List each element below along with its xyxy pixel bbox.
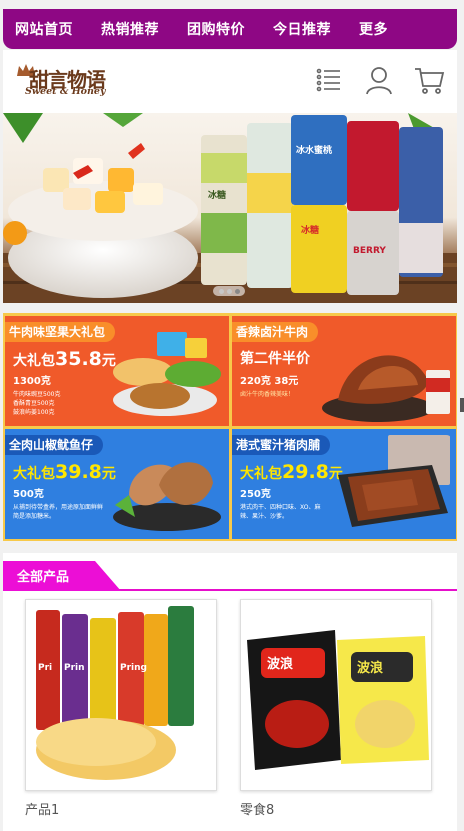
promo-tile[interactable]: 牛肉味坚果大礼包 大礼包35.8元 1300克 牛肉味豌豆500克 香酥青豆50… [5,316,229,426]
promo-price-prefix: 大礼包 [13,353,55,369]
promo-price: 大礼包39.8元 [13,461,116,483]
promo-tile[interactable]: 香辣卤汁牛肉 第二件半价 220克 38元 卤汁牛肉香辣美味！ [232,316,456,426]
promo-tag: 牛肉味坚果大礼包 [5,322,116,342]
svg-text:波浪: 波浪 [267,656,293,672]
carousel-dot[interactable] [227,289,232,294]
svg-text:波浪: 波浪 [357,660,383,676]
product-list: Pri Prin Pring 产品1 波浪 波浪 零食8 [3,591,457,831]
promo-tag: 全肉山椒鱿鱼仔 [5,435,104,455]
user-icon[interactable] [363,64,395,96]
promo-weight: 1300克 [13,376,51,387]
promo-detail-line: 鼓浪屿姜100克 [13,409,55,416]
nuts-image [113,332,221,416]
promo-price-prefix: 大礼包 [13,466,55,482]
cart-icon[interactable] [413,64,445,96]
promo-tag: 港式蜜汁猪肉脯 [232,435,331,455]
svg-text:冰糖: 冰糖 [208,189,226,201]
product-image: 波浪 波浪 [241,600,431,790]
promo-details: 从捕到待带盒养，用途原加面鲜鲜 简是添加糖米。 [13,503,103,521]
product-name[interactable]: 零食8 [240,799,274,818]
scrollbar[interactable] [458,0,464,831]
promo-price: 大礼包29.8元 [240,461,343,483]
nav-home[interactable]: 网站首页 [15,19,73,39]
nav-hot[interactable]: 热销推荐 [101,19,159,39]
promo-details: 卤汁牛肉香辣美味！ [240,390,330,399]
promo-details: 港式肉干、四种口味、XO、麻辣、果汁、沙爹。 [240,503,330,521]
svg-text:Pring: Pring [120,663,147,673]
nav-more[interactable]: 更多 [359,19,388,39]
nav-group-deals[interactable]: 团购特价 [187,19,245,39]
promo-weight: 220克 38元 [240,376,299,387]
carousel-dot[interactable] [219,289,224,294]
promo-price: 大礼包35.8元 [13,348,116,370]
top-navigation: 网站首页 热销推荐 团购特价 今日推荐 更多 [3,9,457,49]
banner-image: 冰糖 冰水蜜桃 BERRY 冰糖 [3,113,457,303]
nav-today[interactable]: 今日推荐 [273,19,331,39]
section-title: 全部产品 [17,570,70,585]
promo-detail-line: 简是添加糖米。 [13,513,56,520]
promo-grid: 牛肉味坚果大礼包 大礼包35.8元 1300克 牛肉味豌豆500克 香酥青豆50… [3,313,457,541]
promo-price-value: 29.8 [282,461,329,483]
promo-price: 第二件半价 [240,351,310,367]
promo-tile[interactable]: 港式蜜汁猪肉脯 大礼包29.8元 250克 港式肉干、四种口味、XO、麻辣、果汁… [232,429,456,539]
svg-text:冰糖: 冰糖 [301,224,319,236]
product-card[interactable]: Pri Prin Pring [25,599,217,791]
promo-details: 牛肉味豌豆500克 香酥青豆500克 鼓浪屿姜100克 [13,390,103,417]
carousel-dot[interactable] [235,289,240,294]
promo-detail-line: 香酥青豆500克 [13,400,55,407]
promo-price-value: 35.8 [55,348,102,370]
scrollbar-thumb[interactable] [460,398,464,412]
promo-price-value: 39.8 [55,461,102,483]
promo-detail-line: 港式肉干、四种口味、XO、麻辣、果汁、沙爹。 [240,504,321,520]
promo-tile[interactable]: 全肉山椒鱿鱼仔 大礼包39.8元 500克 从捕到待带盒养，用途原加面鲜鲜 简是… [5,429,229,539]
promo-price-prefix: 大礼包 [240,466,282,482]
product-image: Pri Prin Pring [26,600,216,790]
site-header: 甜言物语 Sweet & Honey [3,50,457,113]
promo-detail-line: 从捕到待带盒养，用途原加面鲜鲜 [13,504,104,511]
site-logo[interactable]: 甜言物语 Sweet & Honey [15,62,115,106]
section-header: 全部产品 [3,553,457,591]
svg-text:Prin: Prin [64,663,85,673]
promo-detail-line: 卤汁牛肉香辣美味！ [240,391,295,398]
menu-icon[interactable] [313,64,345,96]
logo-english: Sweet & Honey [25,86,106,97]
pork-jerky-image [338,435,450,527]
promo-tag: 香辣卤汁牛肉 [232,322,319,342]
beef-image [322,355,450,422]
banner-carousel[interactable]: 冰糖 冰水蜜桃 BERRY 冰糖 [3,113,457,303]
svg-text:Pri: Pri [38,663,52,673]
promo-weight: 250克 [240,489,271,500]
promo-weight: 500克 [13,489,44,500]
product-name[interactable]: 产品1 [25,799,59,818]
product-card[interactable]: 波浪 波浪 [240,599,432,791]
promo-detail-line: 牛肉味豌豆500克 [13,391,61,398]
squid-image [113,462,221,531]
svg-text:BERRY: BERRY [353,246,386,256]
carousel-indicator [213,286,245,296]
svg-text:冰水蜜桃: 冰水蜜桃 [296,144,332,156]
